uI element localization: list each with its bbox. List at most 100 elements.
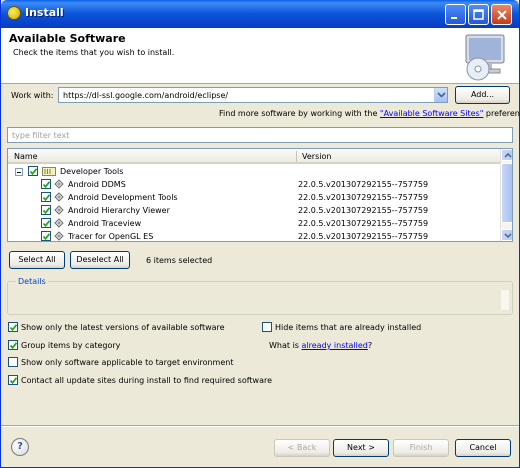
checkmark-icon (9, 342, 18, 350)
group-by-category-checkbox[interactable] (8, 340, 18, 350)
checkmark-icon (42, 207, 51, 215)
what-is-installed-text: What is already installed? (269, 341, 372, 350)
tree-category-row[interactable]: Developer Tools (8, 165, 500, 178)
close-icon (497, 10, 507, 20)
checkmark-icon (42, 181, 51, 189)
install-window: Install Available Software Check the ite… (0, 0, 520, 468)
hide-installed-label[interactable]: Hide items that are already installed (275, 323, 421, 332)
scroll-up-button[interactable] (501, 149, 512, 161)
select-all-button[interactable]: Select All (9, 251, 65, 269)
plugin-icon (54, 218, 64, 228)
column-divider[interactable] (296, 151, 297, 162)
back-button[interactable]: < Back (274, 439, 330, 457)
checkmark-icon (42, 194, 51, 202)
category-icon (42, 167, 56, 176)
contact-sites-checkbox[interactable] (8, 375, 18, 385)
title-bar[interactable]: Install (1, 0, 519, 28)
item-checkbox[interactable] (41, 218, 51, 228)
chevron-down-icon (437, 92, 446, 98)
category-name: Developer Tools (60, 167, 124, 176)
item-checkbox[interactable] (41, 205, 51, 215)
cancel-button[interactable]: Cancel (455, 439, 511, 457)
already-installed-link[interactable]: already installed (302, 341, 368, 350)
item-name: Android DDMS (68, 180, 126, 189)
available-software-sites-link[interactable]: "Available Software Sites" (380, 109, 483, 118)
checkmark-icon (42, 233, 51, 241)
tree-header: Name Version (8, 149, 500, 164)
tree-item-row[interactable]: Android DDMS 22.0.5.v201307292155--75775… (8, 178, 500, 191)
minimize-icon (451, 17, 457, 19)
finish-button[interactable]: Finish (393, 439, 449, 457)
latest-versions-checkbox[interactable] (8, 322, 18, 332)
plugin-icon (54, 179, 64, 189)
software-tree[interactable]: Name Version Developer Tools Android DDM… (7, 148, 513, 242)
plugin-icon (54, 205, 64, 215)
find-more-suffix: preferences. (485, 109, 520, 118)
item-checkbox[interactable] (41, 179, 51, 189)
help-button[interactable]: ? (11, 438, 29, 456)
details-group: Details (7, 277, 513, 315)
target-env-checkbox[interactable] (8, 357, 18, 367)
item-name: Android Hierarchy Viewer (68, 206, 170, 215)
page-title: Available Software (9, 32, 126, 45)
combo-dropdown-button[interactable] (434, 88, 447, 102)
checkmark-icon (29, 168, 38, 176)
maximize-button[interactable] (468, 4, 489, 25)
item-version: 22.0.5.v201307292155--757759 (298, 219, 429, 228)
group-by-category-label[interactable]: Group items by category (21, 341, 120, 350)
checkmark-icon (9, 377, 18, 385)
what-is-suffix: ? (367, 341, 373, 350)
target-env-label[interactable]: Show only software applicable to target … (21, 358, 233, 367)
category-checkbox[interactable] (28, 166, 38, 176)
details-label: Details (16, 277, 48, 286)
filter-placeholder: type filter text (12, 131, 70, 140)
chevron-down-icon (504, 233, 512, 238)
install-cd-icon (465, 34, 505, 81)
window-title: Install (25, 6, 64, 19)
checkmark-icon (42, 220, 51, 228)
add-site-button[interactable]: Add... (455, 86, 510, 104)
chevron-up-icon (504, 153, 512, 158)
close-button[interactable] (491, 4, 512, 25)
hide-installed-checkbox[interactable] (262, 322, 272, 332)
plugin-icon (54, 192, 64, 202)
latest-versions-label[interactable]: Show only the latest versions of availab… (21, 323, 225, 332)
deselect-all-button[interactable]: Deselect All (70, 251, 130, 269)
item-name: Android Traceview (68, 219, 142, 228)
item-version: 22.0.5.v201307292155--757759 (298, 206, 429, 215)
find-more-text: Find more software by working with the "… (219, 109, 520, 118)
work-with-value: https://dl-ssl.google.com/android/eclips… (63, 91, 229, 100)
maximize-icon (473, 9, 484, 20)
item-version: 22.0.5.v201307292155--757759 (298, 232, 429, 241)
item-name: Tracer for OpenGL ES (68, 232, 154, 241)
footer-separator (1, 425, 519, 427)
item-checkbox[interactable] (41, 192, 51, 202)
scroll-thumb[interactable] (501, 163, 512, 223)
item-checkbox[interactable] (41, 231, 51, 241)
eclipse-icon (7, 6, 21, 20)
contact-sites-label[interactable]: Contact all update sites during install … (21, 376, 272, 385)
page-description: Check the items that you wish to install… (13, 48, 175, 57)
tree-item-row[interactable]: Android Traceview 22.0.5.v201307292155--… (8, 217, 500, 230)
item-name: Android Development Tools (68, 193, 178, 202)
scroll-down-button[interactable] (501, 229, 512, 241)
what-is-prefix: What is (269, 341, 302, 350)
plugin-icon (54, 231, 64, 241)
column-version-header[interactable]: Version (302, 152, 331, 161)
work-with-combo[interactable]: https://dl-ssl.google.com/android/eclips… (58, 87, 448, 103)
next-button[interactable]: Next > (333, 439, 389, 457)
tree-scrollbar[interactable] (500, 149, 512, 241)
tree-item-row[interactable]: Android Development Tools 22.0.5.v201307… (8, 191, 500, 204)
selection-count: 6 items selected (146, 256, 213, 265)
item-version: 22.0.5.v201307292155--757759 (298, 180, 429, 189)
minimize-button[interactable] (445, 4, 466, 25)
filter-input[interactable]: type filter text (7, 127, 513, 143)
tree-item-row[interactable]: Tracer for OpenGL ES 22.0.5.v20130729215… (8, 230, 500, 241)
checkmark-icon (9, 324, 18, 332)
column-name-header[interactable]: Name (14, 152, 38, 161)
collapse-toggle[interactable] (15, 168, 23, 176)
tree-item-row[interactable]: Android Hierarchy Viewer 22.0.5.v2013072… (8, 204, 500, 217)
work-with-label: Work with: (11, 91, 54, 100)
wizard-header: Available Software Check the items that … (1, 28, 519, 84)
details-scroll-area (501, 290, 509, 310)
